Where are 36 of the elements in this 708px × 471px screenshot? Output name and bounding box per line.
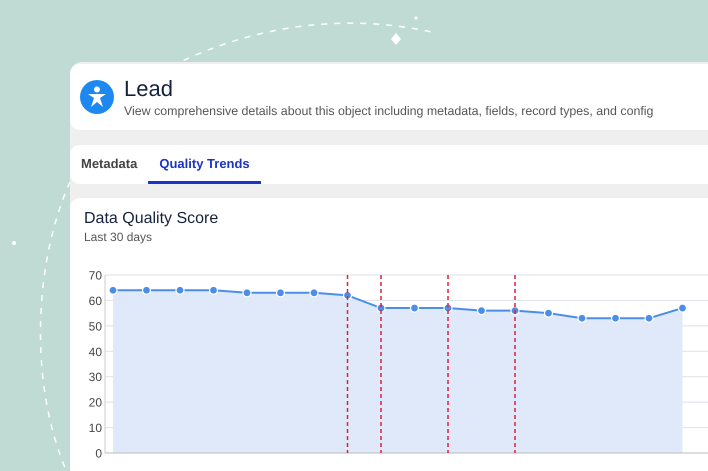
data-point: [610, 314, 620, 323]
data-point: [544, 308, 554, 318]
data-point: [342, 290, 352, 300]
data-point: [309, 288, 319, 298]
object-title: Lead: [124, 76, 174, 100]
y-axis-label: 30: [88, 370, 102, 384]
data-point: [410, 303, 420, 313]
data-point: [108, 286, 118, 295]
data-point: [577, 314, 587, 323]
data-point: [376, 303, 386, 313]
object-description: View comprehensive details about this object including metadata, fields, record types, and config: [124, 104, 654, 118]
data-point: [678, 303, 688, 313]
data-point: [510, 306, 520, 316]
sparkle-icon: [414, 16, 418, 20]
y-axis-label: 60: [88, 294, 102, 308]
tab[interactable]: Metadata: [70, 145, 148, 184]
data-point: [276, 288, 286, 298]
person-icon: [80, 80, 114, 114]
chart-subtitle: Last 30 days: [84, 230, 152, 244]
tab[interactable]: Quality Trends: [148, 145, 261, 184]
chart-title: Data Quality Score: [84, 210, 218, 228]
data-point: [142, 286, 152, 295]
data-point: [208, 286, 218, 295]
y-axis-label: 20: [88, 396, 102, 410]
y-axis-label: 10: [88, 421, 102, 436]
y-axis-label: 40: [88, 344, 102, 359]
sparkle-icon: [390, 32, 402, 46]
y-axis-label: 50: [88, 319, 102, 334]
data-point: [476, 306, 486, 316]
sparkle-icon: [12, 241, 16, 245]
y-axis-label: 70: [88, 268, 102, 282]
data-point: [175, 286, 185, 295]
y-axis-label: 0: [95, 446, 102, 460]
data-point: [443, 303, 453, 313]
data-point: [242, 288, 252, 298]
data-point: [644, 314, 654, 323]
